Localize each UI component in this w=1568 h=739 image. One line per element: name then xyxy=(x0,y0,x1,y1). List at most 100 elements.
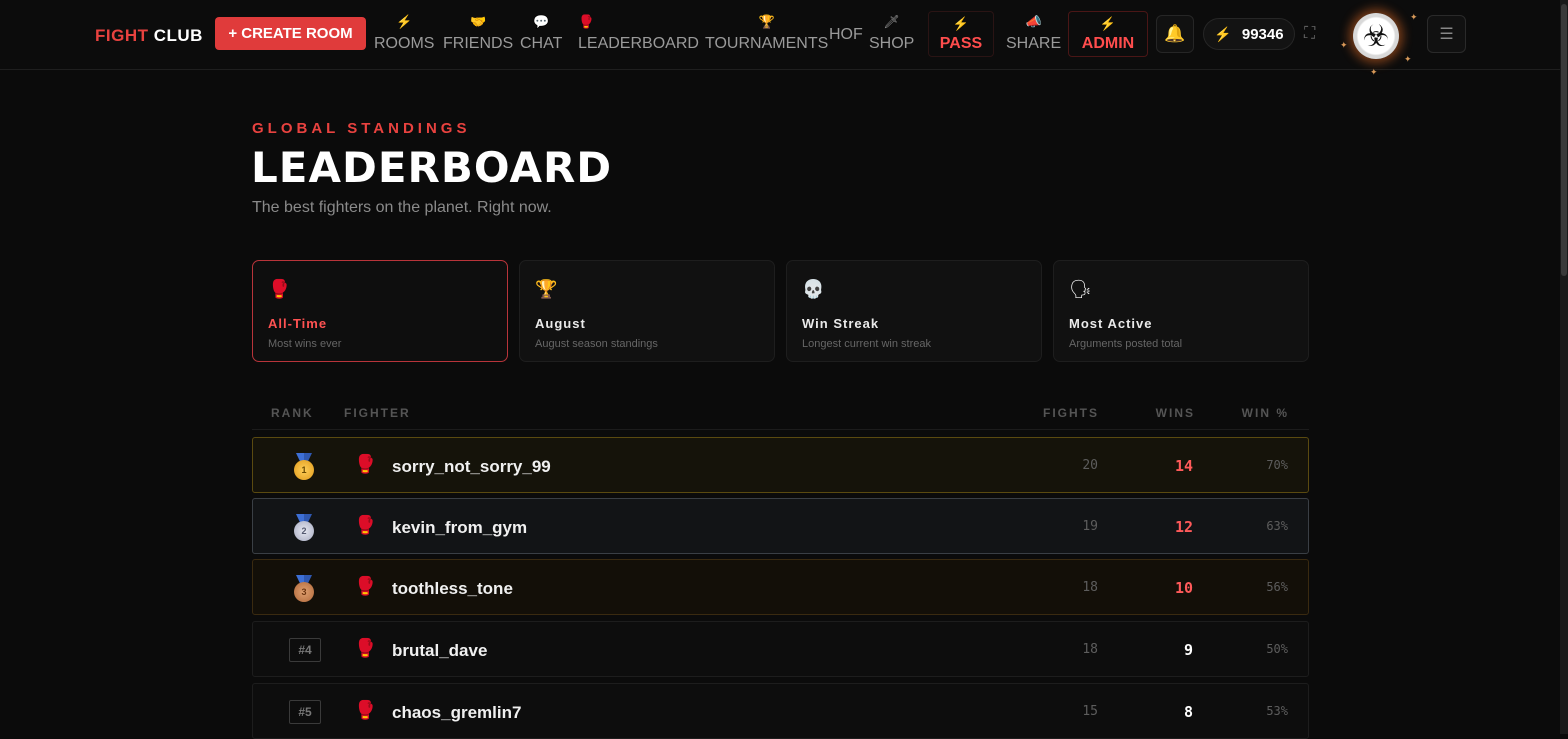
column-header-fights: FIGHTS xyxy=(1043,406,1099,420)
wins-count: 14 xyxy=(1174,457,1193,475)
category-description: Most wins ever xyxy=(268,338,342,350)
nav-label: HOF xyxy=(829,26,863,43)
category-description: Longest current win streak xyxy=(802,338,932,350)
section-eyebrow: GLOBAL STANDINGS xyxy=(252,120,471,137)
dagger-icon: 🗡 xyxy=(883,14,900,29)
category-card-most-active[interactable]: 🗣 Most Active Arguments posted total xyxy=(1053,260,1309,362)
user-avatar[interactable]: ✦ ✦ ✦ ✦ ☣ xyxy=(1336,4,1418,77)
nav-label: PASS xyxy=(939,34,983,52)
fighter-name[interactable]: toothless_tone xyxy=(392,579,513,599)
nav-label: ROOMS xyxy=(374,35,435,52)
category-card-all-time[interactable]: 🥊 All-Time Most wins ever xyxy=(252,260,508,362)
trophy-icon: 🏆 xyxy=(758,14,775,29)
logo-text-fight: FIGHT xyxy=(95,26,149,45)
rank-badge: #4 xyxy=(289,638,321,662)
rank-badge: #5 xyxy=(289,700,321,724)
sparkle-icon: ✦ xyxy=(1370,67,1378,77)
nav-label: SHARE xyxy=(1006,35,1062,52)
rank-value: 2 xyxy=(294,521,314,541)
trophy-icon: 🏆 xyxy=(535,279,558,299)
nav-item-friends[interactable]: 🤝 FRIENDS xyxy=(443,14,513,53)
fullscreen-icon[interactable]: ⛶ xyxy=(1304,25,1315,43)
coin-balance-value: 99346 xyxy=(1241,25,1284,43)
win-percentage: 63% xyxy=(1266,519,1288,533)
boxing-glove-icon: 🥊 xyxy=(354,454,377,474)
boxing-glove-icon: 🥊 xyxy=(268,279,291,299)
boxing-glove-icon: 🥊 xyxy=(578,14,595,29)
nav-item-leaderboard[interactable]: 🥊 LEADERBOARD xyxy=(578,14,699,53)
top-navbar: FIGHT CLUB + CREATE ROOM ⚡ ROOMS 🤝 FRIEN… xyxy=(0,0,1560,77)
column-header-rank: RANK xyxy=(271,406,314,420)
nav-item-pass[interactable]: ⚡ PASS xyxy=(928,11,994,57)
skull-icon: 💀 xyxy=(802,279,825,299)
table-row[interactable]: #4 🥊 brutal_dave 18 9 50% xyxy=(252,621,1309,677)
boxing-glove-icon: 🥊 xyxy=(354,576,377,596)
megaphone-icon: 📣 xyxy=(1025,14,1042,29)
speaking-head-icon: 🗣 xyxy=(1069,279,1092,299)
category-name: Win Streak xyxy=(802,316,880,331)
nav-label: TOURNAMENTS xyxy=(705,35,829,52)
fighter-name[interactable]: kevin_from_gym xyxy=(392,518,527,538)
bolt-icon: ⚡ xyxy=(1099,15,1117,31)
nav-label: CHAT xyxy=(520,35,563,52)
nav-item-tournaments[interactable]: 🏆 TOURNAMENTS xyxy=(705,14,828,53)
nav-label: ADMIN xyxy=(1081,34,1135,52)
nav-item-admin[interactable]: ⚡ ADMIN xyxy=(1068,11,1148,57)
table-row[interactable]: 2 🥊 kevin_from_gym 19 12 63% xyxy=(252,498,1309,554)
gold-medal-icon: 1 xyxy=(293,453,315,480)
nav-item-share[interactable]: 📣 SHARE xyxy=(1006,14,1061,53)
bronze-medal-icon: 3 xyxy=(293,575,315,602)
site-logo[interactable]: FIGHT CLUB xyxy=(95,26,203,46)
boxing-glove-icon: 🥊 xyxy=(354,700,377,720)
nav-item-chat[interactable]: 💬 CHAT xyxy=(520,14,562,53)
fights-count: 19 xyxy=(1082,519,1098,534)
column-header-fighter: FIGHTER xyxy=(344,406,411,420)
hamburger-menu-icon[interactable]: ☰ xyxy=(1427,15,1466,53)
wins-count: 9 xyxy=(1183,641,1193,659)
bolt-icon: ⚡ xyxy=(1214,25,1232,42)
category-name: August xyxy=(535,316,586,331)
category-card-august[interactable]: 🏆 August August season standings xyxy=(519,260,775,362)
page-title: LEADERBOARD xyxy=(251,143,613,192)
column-header-wins: WINS xyxy=(1155,406,1195,420)
wins-count: 10 xyxy=(1174,579,1193,597)
win-percentage: 53% xyxy=(1266,704,1288,718)
speech-bubble-icon: 💬 xyxy=(533,14,550,29)
column-header-win-pct: WIN % xyxy=(1241,406,1289,420)
table-row[interactable]: 3 🥊 toothless_tone 18 10 56% xyxy=(252,559,1309,615)
category-name: All-Time xyxy=(268,316,328,331)
category-name: Most Active xyxy=(1069,316,1153,331)
table-header: RANK FIGHTER FIGHTS WINS WIN % xyxy=(252,398,1309,430)
fighter-name[interactable]: sorry_not_sorry_99 xyxy=(392,457,551,477)
rank-value: 3 xyxy=(294,582,314,602)
bolt-icon: ⚡ xyxy=(952,15,970,31)
category-description: August season standings xyxy=(535,338,658,350)
nav-item-hof[interactable]: HOF xyxy=(829,26,863,44)
win-percentage: 50% xyxy=(1266,642,1288,656)
boxing-glove-icon: 🥊 xyxy=(354,638,377,658)
page-subtitle: The best fighters on the planet. Right n… xyxy=(252,199,552,216)
scrollbar-thumb[interactable] xyxy=(1561,4,1567,276)
coin-balance[interactable]: ⚡ 99346 xyxy=(1203,18,1295,50)
rank-value: 1 xyxy=(294,460,314,480)
fights-count: 18 xyxy=(1082,580,1098,595)
table-row[interactable]: 1 🥊 sorry_not_sorry_99 20 14 70% xyxy=(252,437,1309,493)
fighter-name[interactable]: chaos_gremlin7 xyxy=(392,703,521,723)
win-percentage: 70% xyxy=(1266,458,1288,472)
create-room-button[interactable]: + CREATE ROOM xyxy=(215,17,366,50)
sparkle-icon: ✦ xyxy=(1410,12,1418,22)
page-scrollbar[interactable] xyxy=(1560,0,1568,734)
nav-item-shop[interactable]: 🗡 SHOP xyxy=(869,14,914,53)
fights-count: 20 xyxy=(1082,458,1098,473)
notifications-bell-icon[interactable]: 🔔 xyxy=(1156,15,1194,53)
nav-label: FRIENDS xyxy=(443,35,514,52)
logo-text-club: CLUB xyxy=(153,26,203,45)
category-card-win-streak[interactable]: 💀 Win Streak Longest current win streak xyxy=(786,260,1042,362)
fighter-name[interactable]: brutal_dave xyxy=(392,641,487,661)
fights-count: 18 xyxy=(1082,642,1098,657)
sparkle-icon: ✦ xyxy=(1340,40,1348,50)
table-row[interactable]: #5 🥊 chaos_gremlin7 15 8 53% xyxy=(252,683,1309,739)
fights-count: 15 xyxy=(1082,704,1098,719)
handshake-icon: 🤝 xyxy=(470,14,487,29)
nav-item-rooms[interactable]: ⚡ ROOMS xyxy=(374,14,434,53)
